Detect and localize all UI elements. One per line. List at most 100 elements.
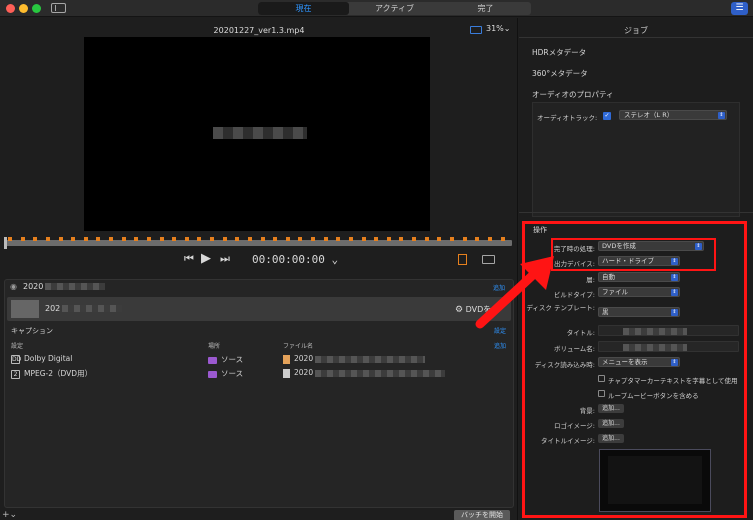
setting-name: MPEG-2（DVD用） [24,369,93,378]
viewer-size-icon[interactable] [470,26,482,34]
chapter-marker[interactable] [324,237,328,241]
column-header-setting: 設定 [11,343,24,350]
chapter-marker[interactable] [8,237,12,241]
chapter-marker[interactable] [475,237,479,241]
table-row[interactable]: 2 MPEG-2（DVD用） ソース 2020 [11,368,511,380]
chapter-marker[interactable] [59,237,63,241]
batch-panel: ◉ 2020 追加 202 ⚙ DVDを キャプション 設定 設定 場所 ファイ… [4,279,514,508]
skip-back-icon[interactable]: ⏮ [184,252,194,266]
output-location: ソース [208,368,243,379]
timecode-display[interactable]: 00:00:00:00 ⌄ [252,253,338,266]
chapter-marker[interactable] [172,237,176,241]
job-row[interactable]: 202 ⚙ DVDを [7,297,511,321]
add-batch-icon[interactable]: +⌄ [2,510,17,520]
inspector-toggle-icon[interactable]: ☰ [731,2,748,15]
zoom-level[interactable]: 31%⌄ [486,24,510,33]
blurred-text [315,355,426,363]
chapter-marker[interactable] [463,237,467,241]
chapter-marker[interactable] [311,237,315,241]
blurred-text [45,283,106,290]
location-name: ソース [221,369,244,378]
chapter-marker[interactable] [273,237,277,241]
chapter-marker[interactable] [286,237,290,241]
chapter-marker[interactable] [387,237,391,241]
chapter-marker[interactable] [96,237,100,241]
table-row[interactable]: DD Dolby Digital ソース 2020 [11,354,511,366]
chapter-marker[interactable] [261,237,265,241]
chapter-marker[interactable] [437,237,441,241]
timeline-scrubber[interactable] [4,237,512,249]
title-bar: 現在 アクティブ 完了 ☰ [0,0,753,17]
chapter-marker[interactable] [223,237,227,241]
minimize-window-button[interactable] [19,4,28,13]
chapter-marker[interactable] [134,237,138,241]
chapter-marker[interactable] [21,237,25,241]
chapter-marker[interactable] [84,237,88,241]
sidebar-toggle-icon[interactable] [51,3,66,13]
chapter-marker[interactable] [210,237,214,241]
gear-icon[interactable]: ⚙ [455,305,463,315]
chapter-marker[interactable] [122,237,126,241]
timeline-track[interactable] [4,240,512,246]
file-name: 2020 [294,354,314,363]
file-icon [283,368,290,378]
chapter-marker[interactable] [71,237,75,241]
chapter-marker[interactable] [235,237,239,241]
chapter-marker[interactable] [399,237,403,241]
chapter-marker[interactable] [147,237,151,241]
highlight-box-fields [551,238,716,271]
folder-icon [208,370,217,378]
chapter-marker[interactable] [488,237,492,241]
tab-active[interactable]: アクティブ [349,2,440,15]
chapter-marker[interactable] [248,237,252,241]
file-icon [283,354,290,364]
close-window-button[interactable] [6,4,15,13]
output-location: ソース [208,354,243,365]
chapter-marker[interactable] [197,237,201,241]
chapter-marker[interactable] [374,237,378,241]
view-segmented-control: 現在 アクティブ 完了 [258,2,531,15]
chapter-marker[interactable] [362,237,366,241]
chapter-marker[interactable] [336,237,340,241]
batch-icon: ◉ [10,282,17,291]
chapter-marker[interactable] [412,237,416,241]
output-add-link[interactable]: 追加 [494,341,506,350]
chapter-marker[interactable] [501,237,505,241]
zoom-window-button[interactable] [32,4,41,13]
output-setting: 2 MPEG-2（DVD用） [11,368,92,379]
file-name: 2020 [294,368,314,377]
play-icon[interactable]: ▶ [201,252,211,266]
mpeg2-icon: 2 [11,369,20,379]
timecode-value: 00:00:00:00 [252,253,325,266]
chevron-down-icon: ⌄ [331,253,339,266]
tab-current[interactable]: 現在 [258,2,349,15]
chapter-marker[interactable] [46,237,50,241]
blurred-watermark [213,127,307,139]
chapter-marker[interactable] [33,237,37,241]
chapter-marker[interactable] [450,237,454,241]
file-title: 20201227_ver1.3.mp4 [213,26,305,35]
chapter-marker[interactable] [185,237,189,241]
start-batch-button[interactable]: バッチを開始 [454,510,510,520]
chapter-marker[interactable] [298,237,302,241]
batch-header: ◉ 2020 追加 [5,280,513,294]
output-filename: 2020 [283,368,446,378]
bookmark-icon[interactable] [458,254,467,265]
zoom-value: 31% [486,24,504,33]
dolby-icon: DD [11,354,22,364]
chapter-marker[interactable] [160,237,164,241]
chapter-marker[interactable] [425,237,429,241]
chevron-down-icon: ⌄ [503,24,511,33]
chapter-marker[interactable] [109,237,113,241]
column-header-location: 場所 [208,343,221,350]
tab-completed[interactable]: 完了 [440,2,531,15]
job-name: 202 [45,304,123,313]
playhead[interactable] [4,237,7,249]
chapter-marker[interactable] [349,237,353,241]
arrow-shaft [475,269,539,329]
skip-forward-icon[interactable]: ⏭ [220,252,230,266]
job-thumbnail [11,300,39,318]
batch-name-text: 2020 [23,282,44,291]
left-pane: 20201227_ver1.3.mp4 31%⌄ ⏮ ▶ ⏭ 00:00:00:… [0,18,518,520]
output-filename: 2020 [283,354,426,364]
